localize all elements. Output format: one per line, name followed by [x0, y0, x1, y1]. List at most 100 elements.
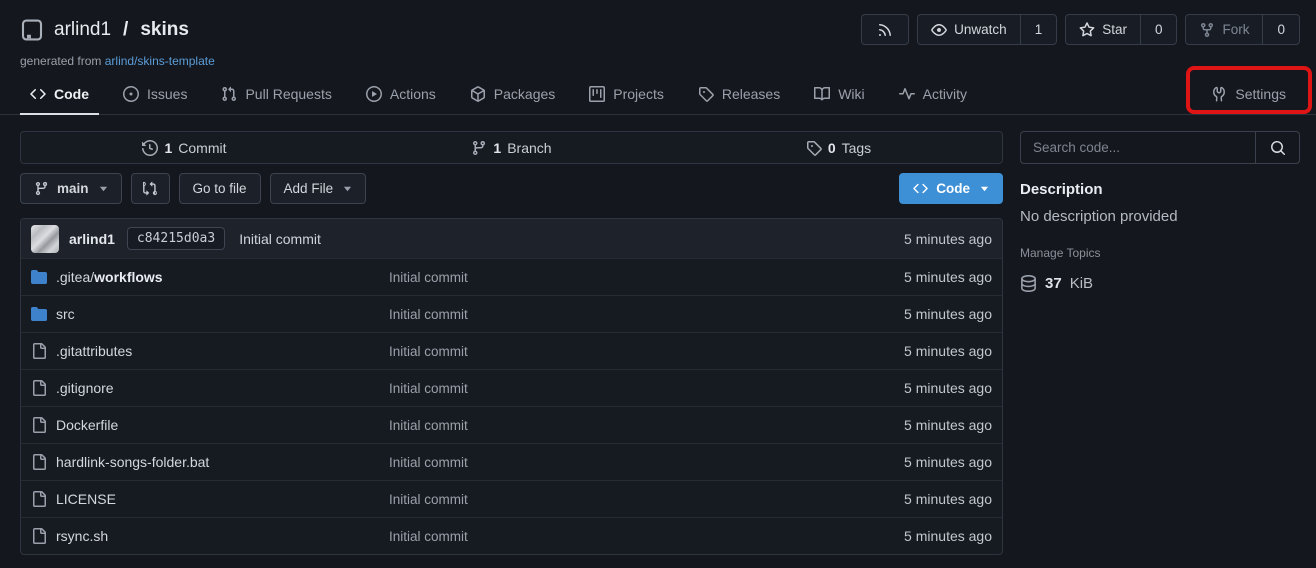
- file-link[interactable]: .gitattributes: [56, 343, 132, 359]
- history-icon: [142, 140, 158, 156]
- code-download-button[interactable]: Code: [899, 173, 1003, 204]
- git-compare-icon: [143, 181, 158, 196]
- repo-header: arlind1 / skins Unwatch 1: [0, 0, 1316, 68]
- table-row[interactable]: LICENSE Initial commit 5 minutes ago: [21, 480, 1002, 517]
- file-icon: [31, 454, 47, 470]
- fork-button[interactable]: Fork: [1186, 15, 1262, 44]
- code-search-box: [1020, 131, 1300, 164]
- tags-count: 0: [828, 140, 836, 156]
- watchers-count[interactable]: 1: [1020, 15, 1057, 44]
- file-icon: [31, 417, 47, 433]
- tab-pull-requests[interactable]: Pull Requests: [211, 74, 341, 115]
- file-link[interactable]: rsync.sh: [56, 528, 108, 544]
- tab-wiki-label: Wiki: [838, 86, 864, 102]
- git-branch-icon: [34, 181, 49, 196]
- go-to-file-label: Go to file: [193, 181, 247, 196]
- git-branch-icon: [471, 140, 487, 156]
- eye-icon: [931, 22, 947, 38]
- tab-releases[interactable]: Releases: [688, 74, 790, 115]
- forks-count[interactable]: 0: [1262, 15, 1299, 44]
- file-commit-message[interactable]: Initial commit: [389, 381, 904, 396]
- file-name: hardlink-songs-folder.bat: [56, 454, 209, 470]
- table-row[interactable]: .gitea/workflows Initial commit 5 minute…: [21, 258, 1002, 295]
- file-commit-message[interactable]: Initial commit: [389, 307, 904, 322]
- file-icon: [31, 380, 47, 396]
- fork-label: Fork: [1222, 22, 1249, 37]
- tab-settings[interactable]: Settings: [1201, 74, 1296, 115]
- branch-selector[interactable]: main: [20, 173, 122, 204]
- star-button[interactable]: Star: [1066, 15, 1140, 44]
- file-table: arlind1 c84215d0a3 Initial commit 5 minu…: [20, 218, 1003, 555]
- tab-packages[interactable]: Packages: [460, 74, 565, 115]
- tab-settings-label: Settings: [1235, 86, 1286, 102]
- compare-branches-button[interactable]: [131, 173, 170, 204]
- issue-opened-icon: [123, 86, 139, 102]
- file-name: Dockerfile: [56, 417, 118, 433]
- repo-size-value: 37: [1045, 275, 1062, 292]
- file-commit-message[interactable]: Initial commit: [389, 492, 904, 507]
- file-link[interactable]: LICENSE: [56, 491, 116, 507]
- add-file-button[interactable]: Add File: [270, 173, 367, 204]
- tag-icon: [698, 86, 714, 102]
- rss-button[interactable]: [861, 14, 909, 45]
- repo-title: arlind1 / skins: [20, 18, 189, 42]
- file-link[interactable]: hardlink-songs-folder.bat: [56, 454, 209, 470]
- tab-issues[interactable]: Issues: [113, 74, 197, 115]
- file-commit-message[interactable]: Initial commit: [389, 455, 904, 470]
- commit-hash-link[interactable]: c84215d0a3: [127, 227, 225, 250]
- branches-stat[interactable]: 1 Branch: [348, 132, 675, 163]
- search-input[interactable]: [1021, 132, 1255, 163]
- manage-topics-link[interactable]: Manage Topics: [1020, 246, 1101, 260]
- tab-code[interactable]: Code: [20, 74, 99, 115]
- chevron-down-icon: [99, 184, 108, 193]
- table-row[interactable]: Dockerfile Initial commit 5 minutes ago: [21, 406, 1002, 443]
- avatar[interactable]: [31, 225, 59, 253]
- file-commit-message[interactable]: Initial commit: [389, 418, 904, 433]
- tab-activity[interactable]: Activity: [889, 74, 977, 115]
- tags-label: Tags: [842, 140, 872, 156]
- description-text: No description provided: [1020, 208, 1300, 225]
- chevron-down-icon: [343, 184, 352, 193]
- search-button[interactable]: [1255, 132, 1299, 163]
- repo-owner-link[interactable]: arlind1: [54, 19, 111, 41]
- file-icon: [31, 491, 47, 507]
- table-row[interactable]: .gitignore Initial commit 5 minutes ago: [21, 369, 1002, 406]
- file-link[interactable]: Dockerfile: [56, 417, 118, 433]
- tab-actions[interactable]: Actions: [356, 74, 446, 115]
- table-row[interactable]: hardlink-songs-folder.bat Initial commit…: [21, 443, 1002, 480]
- generated-from-text: generated from: [20, 54, 101, 68]
- table-row[interactable]: .gitattributes Initial commit 5 minutes …: [21, 332, 1002, 369]
- file-link[interactable]: .gitea/workflows: [56, 269, 163, 285]
- stars-count[interactable]: 0: [1140, 15, 1177, 44]
- git-pull-request-icon: [221, 86, 237, 102]
- unwatch-button[interactable]: Unwatch: [918, 15, 1020, 44]
- repo-sidebar: Description No description provided Mana…: [1020, 131, 1300, 555]
- file-age: 5 minutes ago: [904, 491, 992, 507]
- file-commit-message[interactable]: Initial commit: [389, 344, 904, 359]
- file-link[interactable]: .gitignore: [56, 380, 114, 396]
- file-age: 5 minutes ago: [904, 528, 992, 544]
- file-age: 5 minutes ago: [904, 417, 992, 433]
- tags-stat[interactable]: 0 Tags: [675, 132, 1002, 163]
- database-icon: [1020, 275, 1037, 292]
- template-repo-link[interactable]: arlind/skins-template: [105, 54, 215, 68]
- commit-message-link[interactable]: Initial commit: [239, 231, 321, 247]
- table-row[interactable]: rsync.sh Initial commit 5 minutes ago: [21, 517, 1002, 554]
- file-commit-message[interactable]: Initial commit: [389, 529, 904, 544]
- commit-author-link[interactable]: arlind1: [69, 231, 115, 247]
- repo-name-link[interactable]: skins: [140, 19, 189, 41]
- file-commit-message[interactable]: Initial commit: [389, 270, 904, 285]
- description-heading: Description: [1020, 181, 1300, 198]
- file-icon: [31, 343, 47, 359]
- tab-wiki[interactable]: Wiki: [804, 74, 874, 115]
- commits-stat[interactable]: 1 Commit: [21, 132, 348, 163]
- search-icon: [1270, 140, 1286, 156]
- go-to-file-button[interactable]: Go to file: [179, 173, 261, 204]
- tab-projects-label: Projects: [613, 86, 664, 102]
- tab-pull-requests-label: Pull Requests: [245, 86, 331, 102]
- file-link[interactable]: src: [56, 306, 75, 322]
- commit-age: 5 minutes ago: [904, 231, 992, 247]
- fork-button-group: Fork 0: [1185, 14, 1300, 45]
- tab-projects[interactable]: Projects: [579, 74, 674, 115]
- table-row[interactable]: src Initial commit 5 minutes ago: [21, 295, 1002, 332]
